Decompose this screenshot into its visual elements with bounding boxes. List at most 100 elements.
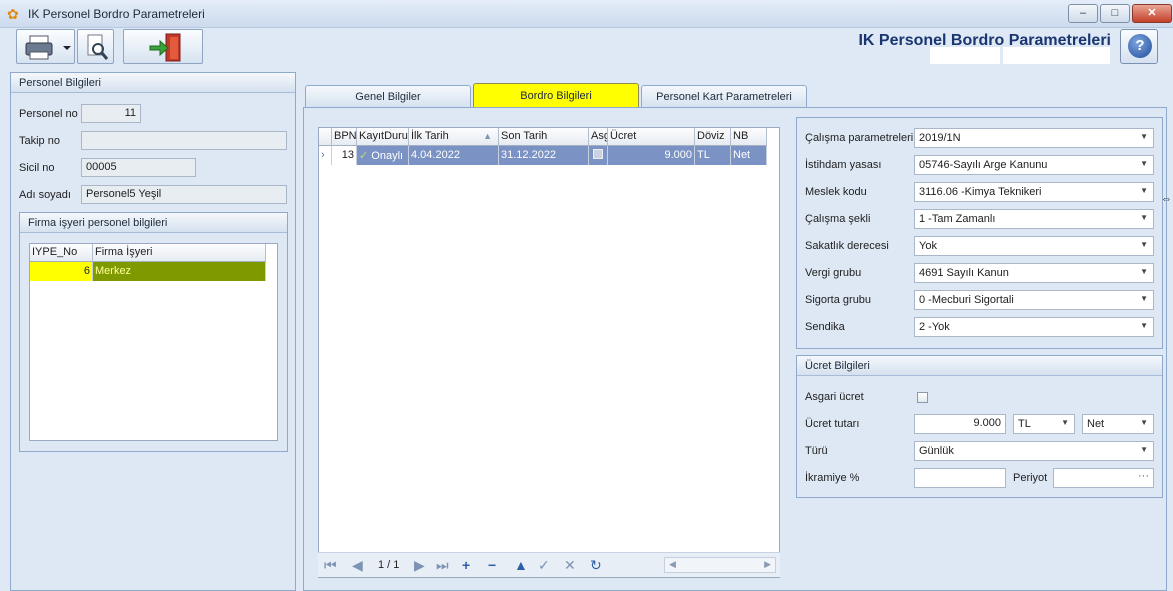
firma-col-isyeri[interactable]: Firma İşyeri [93, 244, 266, 262]
chevron-down-icon: ▼ [1140, 294, 1148, 303]
grid-navigator: ⏮ ◀ 1 / 1 ▶ ⏭ + − ▲ ✓ ✕ ↻ ◀ ▶ [318, 552, 780, 577]
param-combo-calisma[interactable]: 2019/1N ▼ [914, 128, 1154, 148]
scroll-right-icon[interactable]: ▶ [764, 559, 771, 570]
tab-personel-kart[interactable]: Personel Kart Parametreleri [641, 85, 807, 107]
title-bar: ✿ IK Personel Bordro Parametreleri ‒ □ ✕ [0, 0, 1173, 28]
col-kayit-durumu[interactable]: KayıtDurumu [357, 128, 409, 146]
combo-value: Net [1087, 418, 1105, 430]
cell-doviz[interactable]: TL [695, 146, 731, 165]
status-box-1 [930, 47, 1000, 64]
bordro-grid[interactable]: BPN KayıtDurumu İlk Tarih ▲ Son Tarih Asg… [318, 127, 780, 578]
first-record-icon[interactable]: ⏮ [324, 557, 337, 573]
cell-nb[interactable]: Net [731, 146, 767, 165]
col-asgari[interactable]: Asgari [589, 128, 608, 146]
chevron-down-icon: ▼ [1140, 418, 1148, 427]
sicil-no-label: Sicil no [19, 162, 55, 174]
param-combo-calisma-sekli[interactable]: 1 -Tam Zamanlı ▼ [914, 209, 1154, 229]
param-label: İstihdam yasası [805, 159, 882, 171]
adsoyad-field[interactable]: Personel5 Yeşil [81, 185, 287, 204]
add-record-icon[interactable]: + [462, 557, 470, 573]
tab-genel[interactable]: Genel Bilgiler [305, 85, 471, 107]
delete-record-icon[interactable]: − [488, 557, 496, 573]
exit-button[interactable] [123, 29, 203, 64]
param-combo-istihdam[interactable]: 05746-Sayılı Arge Kanunu ▼ [914, 155, 1154, 175]
param-label: Sakatlık derecesi [805, 240, 889, 252]
chevron-down-icon: ▼ [1061, 418, 1069, 427]
ikramiye-label: İkramiye % [805, 472, 860, 484]
takip-no-field[interactable] [81, 131, 287, 150]
prev-record-icon[interactable]: ◀ [352, 557, 363, 573]
tutar-field[interactable]: 9.000 [914, 414, 1006, 434]
col-nb[interactable]: NB [731, 128, 767, 146]
periyot-field[interactable]: ··· [1053, 468, 1154, 488]
cell-durum[interactable]: ✓ Onaylı [357, 146, 409, 165]
printer-icon [25, 35, 71, 60]
post-record-icon[interactable]: ✓ [538, 557, 550, 573]
tab-bordro[interactable]: Bordro Bilgileri [473, 83, 639, 108]
param-combo-vergi[interactable]: 4691 Sayılı Kanun ▼ [914, 263, 1154, 283]
help-icon: ? [1128, 34, 1152, 58]
col-son-tarih[interactable]: Son Tarih [499, 128, 589, 146]
firma-col-no[interactable]: IYPE_No [30, 244, 93, 262]
param-label: Sendika [805, 321, 845, 333]
exit-door-icon [149, 33, 181, 62]
ikramiye-field[interactable] [914, 468, 1006, 488]
maximize-button[interactable]: □ [1100, 4, 1130, 23]
page-indicator: 1 / 1 [378, 559, 400, 571]
adsoyad-label: Adı soyadı [19, 189, 71, 201]
sort-asc-icon: ▲ [483, 131, 492, 141]
personel-no-label: Personel no [19, 108, 78, 120]
col-ilk-tarih[interactable]: İlk Tarih ▲ [409, 128, 499, 146]
firma-panel-title: Firma işyeri personel bilgileri [20, 213, 287, 233]
chevron-down-icon: ▼ [1140, 132, 1148, 141]
firma-row-isyeri[interactable]: Merkez [93, 262, 266, 281]
personel-no-field[interactable]: 11 [81, 104, 141, 123]
last-record-icon[interactable]: ⏭ [436, 557, 449, 573]
combo-value: 2 -Yok [919, 321, 950, 333]
periyot-label: Periyot [1013, 472, 1048, 484]
minimize-button[interactable]: ‒ [1068, 4, 1098, 23]
edit-record-icon[interactable]: ▲ [514, 557, 528, 573]
combo-value: 05746-Sayılı Arge Kanunu [919, 159, 1048, 171]
chevron-down-icon: ▼ [1140, 159, 1148, 168]
combo-value: 2019/1N [919, 132, 961, 144]
print-button[interactable] [16, 29, 75, 64]
table-row[interactable]: › 13 ✓ Onaylı 4.04.2022 31.12.2022 9.000… [319, 146, 767, 165]
cell-ucret[interactable]: 9.000 [608, 146, 695, 165]
status-box-2 [1003, 47, 1110, 64]
cell-ilk-tarih[interactable]: 4.04.2022 [409, 146, 499, 165]
help-button[interactable]: ? [1120, 29, 1158, 64]
chevron-down-icon: ▼ [1140, 240, 1148, 249]
cell-bpn[interactable]: 13 [332, 146, 357, 165]
nb-combo[interactable]: Net ▼ [1082, 414, 1154, 434]
col-doviz[interactable]: Döviz [695, 128, 731, 146]
scroll-left-icon[interactable]: ◀ [669, 559, 676, 570]
check-icon: ✓ [359, 150, 372, 162]
firma-grid[interactable]: IYPE_No Firma İşyeri 6 Merkez [29, 243, 278, 441]
param-combo-sakatlik[interactable]: Yok ▼ [914, 236, 1154, 256]
doviz-combo[interactable]: TL ▼ [1013, 414, 1075, 434]
param-combo-sigorta[interactable]: 0 -Mecburi Sigortali ▼ [914, 290, 1154, 310]
horizontal-scrollbar[interactable]: ◀ ▶ [664, 557, 776, 573]
sicil-no-field[interactable]: 00005 [81, 158, 196, 177]
takip-no-label: Takip no [19, 135, 60, 147]
settings-button[interactable] [77, 29, 114, 64]
chevron-down-icon: ▼ [1140, 186, 1148, 195]
close-button[interactable]: ✕ [1132, 4, 1172, 23]
turu-combo[interactable]: Günlük ▼ [914, 441, 1154, 461]
col-bpn[interactable]: BPN [332, 128, 357, 146]
wrench-magnifier-icon [87, 34, 109, 60]
param-combo-meslek[interactable]: 3116.06 -Kimya Teknikeri ▼ [914, 182, 1154, 202]
param-combo-sendika[interactable]: 2 -Yok ▼ [914, 317, 1154, 337]
refresh-icon[interactable]: ↻ [590, 557, 602, 573]
cancel-record-icon[interactable]: ✕ [564, 557, 576, 573]
params-panel: Çalışma parametreleri 2019/1N ▼ İstihdam … [796, 117, 1163, 349]
resize-cursor-icon: ⇔ [1161, 193, 1172, 205]
next-record-icon[interactable]: ▶ [414, 557, 425, 573]
cell-son-tarih[interactable]: 31.12.2022 [499, 146, 589, 165]
firma-row-no[interactable]: 6 [30, 262, 93, 281]
cell-asgari[interactable] [589, 146, 608, 165]
asgari-checkbox[interactable] [917, 392, 928, 403]
ellipsis-icon[interactable]: ··· [1138, 470, 1149, 482]
col-ucret[interactable]: Ücret [608, 128, 695, 146]
